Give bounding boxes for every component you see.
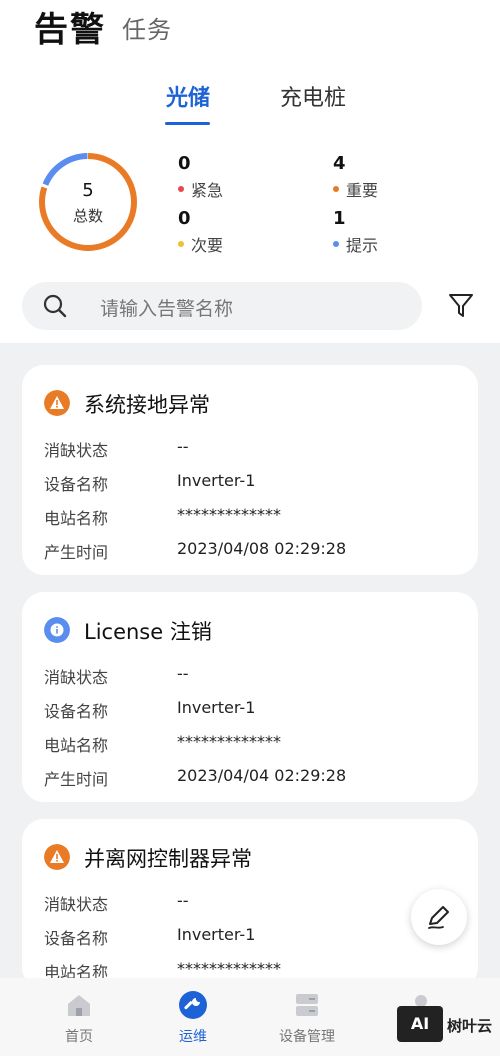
nav-label: 首页 — [65, 1029, 93, 1045]
nav-home[interactable]: 首页 — [34, 990, 124, 1046]
pen-icon — [428, 906, 449, 929]
header: 告警 任务 — [0, 0, 500, 60]
alarm-title: 并离网控制器异常 — [84, 847, 252, 871]
tab-tasks[interactable]: 任务 — [122, 10, 172, 45]
watermark-text: 树叶云 — [447, 1017, 493, 1035]
stat-label-row: 次要 — [178, 232, 223, 256]
row-value: ************* — [177, 959, 281, 978]
segment-charging[interactable]: 充电桩 — [280, 80, 346, 112]
minor-dot — [178, 241, 184, 247]
row-label: 设备名称 — [44, 929, 109, 948]
row-value: Inverter-1 — [177, 471, 256, 490]
row-value: ************* — [177, 505, 281, 524]
nav-label: 设备管理 — [279, 1029, 335, 1045]
nav-label: 运维 — [179, 1029, 207, 1045]
segment-active-indicator — [165, 122, 210, 125]
alarm-card[interactable]: License 注销 消缺状态 -- 设备名称 Inverter-1 电站名称 … — [22, 592, 478, 802]
row-label: 产生时间 — [44, 543, 109, 562]
row-label: 消缺状态 — [44, 441, 109, 460]
row-value: ************* — [177, 732, 281, 751]
stat-label-row: 紧急 — [178, 177, 223, 201]
stat-count: 0 — [178, 208, 191, 229]
row-label: 消缺状态 — [44, 895, 109, 914]
row-value: -- — [177, 437, 189, 456]
segment-storage[interactable]: 光储 — [166, 80, 210, 112]
row-label: 电站名称 — [44, 509, 109, 528]
stat-urgent[interactable]: 0 紧急 — [178, 153, 223, 201]
urgent-dot — [178, 186, 184, 192]
home-icon — [68, 995, 90, 1016]
row-label: 产生时间 — [44, 770, 109, 789]
stat-minor[interactable]: 0 次要 — [178, 208, 223, 256]
warning-icon — [44, 844, 70, 870]
stat-label: 次要 — [191, 236, 224, 255]
search-input[interactable]: 请输入告警名称 — [22, 282, 422, 330]
row-value: Inverter-1 — [177, 925, 256, 944]
stat-label: 紧急 — [191, 181, 224, 200]
stat-label: 重要 — [346, 181, 379, 200]
total-count: 5 — [82, 180, 94, 201]
page-title[interactable]: 告警 — [34, 2, 106, 51]
search-icon — [43, 294, 67, 318]
row-value: 2023/04/04 02:29:28 — [177, 766, 347, 785]
stat-hint[interactable]: 1 提示 — [333, 208, 378, 256]
alarm-title: 系统接地异常 — [84, 393, 210, 417]
alarm-card[interactable]: 系统接地异常 消缺状态 -- 设备名称 Inverter-1 电站名称 ****… — [22, 365, 478, 575]
row-value: -- — [177, 891, 189, 910]
stat-important[interactable]: 4 重要 — [333, 153, 378, 201]
row-value: Inverter-1 — [177, 698, 256, 717]
hint-dot — [333, 241, 339, 247]
filter-icon[interactable] — [446, 290, 476, 320]
row-value: -- — [177, 664, 189, 683]
info-icon — [44, 617, 70, 643]
alarm-summary-donut — [39, 153, 137, 251]
stat-count: 1 — [333, 208, 346, 229]
stat-count: 4 — [333, 153, 346, 174]
row-label: 消缺状态 — [44, 668, 109, 687]
nav-device-management[interactable]: 设备管理 — [262, 990, 352, 1046]
stat-label: 提示 — [346, 236, 379, 255]
warning-icon — [44, 390, 70, 416]
row-label: 设备名称 — [44, 702, 109, 721]
device-icon — [296, 994, 318, 1016]
total-label: 总数 — [72, 207, 103, 225]
row-label: 设备名称 — [44, 475, 109, 494]
watermark-logo: AI 树叶云 — [397, 1006, 497, 1046]
edit-fab-button[interactable] — [411, 889, 467, 945]
alarm-card[interactable]: 并离网控制器异常 消缺状态 -- 设备名称 Inverter-1 电站名称 **… — [22, 819, 478, 989]
search-placeholder: 请输入告警名称 — [100, 298, 234, 320]
stat-label-row: 提示 — [333, 232, 378, 256]
row-value: 2023/04/08 02:29:28 — [177, 539, 347, 558]
stat-count: 0 — [178, 153, 191, 174]
nav-maintenance[interactable]: 运维 — [148, 990, 238, 1046]
stat-label-row: 重要 — [333, 177, 378, 201]
alarm-title: License 注销 — [84, 620, 212, 644]
row-label: 电站名称 — [44, 736, 109, 755]
watermark-badge: AI — [397, 1006, 443, 1042]
wrench-icon — [179, 991, 207, 1019]
important-dot — [333, 186, 339, 192]
